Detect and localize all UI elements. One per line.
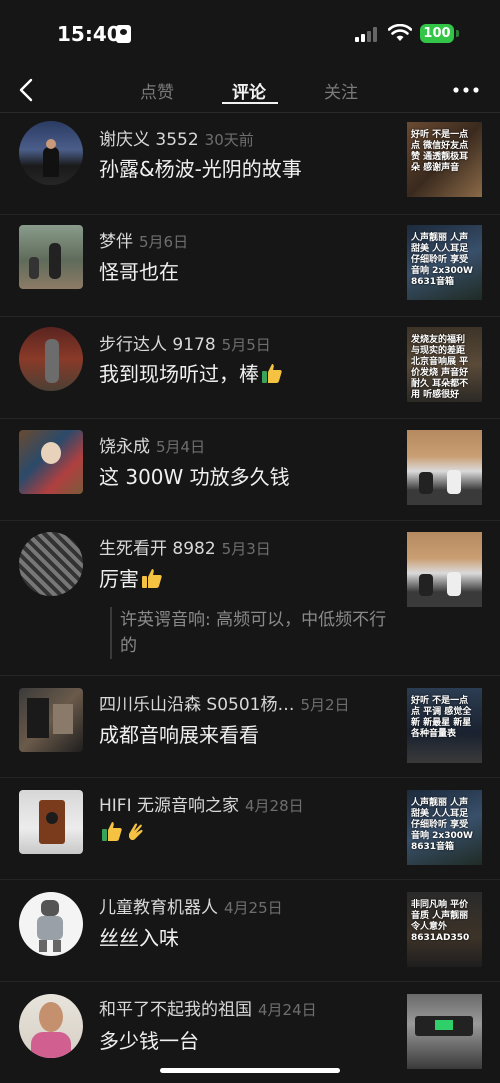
comment-time: 5月6日 — [139, 233, 189, 251]
clap-icon — [129, 823, 143, 841]
status-bar: 15:40 100 — [0, 0, 500, 68]
comment-list: 谢庆义 3552 30天前 孙露&杨波-光阴的故事 好听 不是一点点 微信好友点赞… — [0, 113, 500, 1083]
comment-author[interactable]: 饶永成 — [99, 437, 150, 457]
tab-follows[interactable]: 关注 — [324, 78, 358, 103]
list-item[interactable]: 儿童教育机器人 4月25日 丝丝入味 非同凡响 平价音质 人声靓丽 令人意外 86… — [0, 880, 500, 982]
signal-icon — [355, 26, 381, 42]
video-thumbnail[interactable]: 人声靓丽 人声甜美 人人耳足 仔细聆听 享受音响 2x300W 8631音箱 — [407, 790, 482, 865]
video-thumbnail[interactable]: 非同凡响 平价音质 人声靓丽 令人意外 8631AD350 — [407, 892, 482, 967]
wifi-icon — [388, 24, 412, 41]
thumbs-up-icon — [102, 822, 122, 841]
comment-text-label: 我到现场听过，棒 — [99, 362, 259, 386]
comment-author[interactable]: 儿童教育机器人 — [99, 898, 218, 918]
comment-text: 丝丝入味 — [99, 926, 179, 950]
avatar[interactable] — [19, 994, 83, 1058]
author-reply[interactable]: 许英谔音响: 高频可以，中低频不行的 — [110, 607, 390, 659]
id-card-icon — [116, 25, 131, 43]
comment-text: 我到现场听过，棒 — [99, 358, 283, 387]
comment-time: 5月5日 — [221, 336, 271, 354]
comment-text: 成都音响展来看看 — [99, 723, 259, 747]
comment-time: 5月4日 — [156, 438, 206, 456]
comment-time: 30天前 — [204, 131, 254, 149]
comment-text: 厉害 — [99, 563, 163, 592]
list-item[interactable]: 四川乐山沿森 S0501杨… 5月2日 成都音响展来看看 好听 不是一点点 平调 … — [0, 676, 500, 778]
comment-time: 4月28日 — [245, 797, 304, 815]
avatar[interactable] — [19, 892, 83, 956]
thumbnail-caption: 非同凡响 平价音质 人声靓丽 令人意外 8631AD350 — [411, 900, 470, 943]
thumbnail-caption: 发烧友的福利 与现实的差距 北京音响展 平价发烧 声音好耐久 耳朵都不用 听感很… — [411, 335, 469, 400]
video-thumbnail[interactable] — [407, 994, 482, 1069]
back-icon[interactable] — [14, 76, 42, 104]
list-item[interactable]: 梦伴 5月6日 怪哥也在 人声靓丽 人声甜美 人人耳足 仔细聆听 享受音响 2x3… — [0, 215, 500, 317]
comment-text: 怪哥也在 — [99, 260, 179, 284]
comment-author[interactable]: 生死看开 8982 — [99, 539, 216, 559]
avatar[interactable] — [19, 532, 83, 596]
list-item[interactable]: 生死看开 8982 5月3日 厉害 许英谔音响: 高频可以，中低频不行的 — [0, 521, 500, 676]
video-thumbnail[interactable]: 人声靓丽 人声甜美 人人耳足 仔细聆听 享受音响 2x300W 8631音箱 — [407, 225, 482, 300]
thumbs-up-icon — [142, 569, 162, 588]
comment-author[interactable]: 和平了不起我的祖国 — [99, 1000, 252, 1020]
battery-icon: 100 — [420, 24, 454, 43]
video-thumbnail[interactable]: 好听 不是一点点 平调 感觉全新 新最星 新星 各种音量表 — [407, 688, 482, 763]
comment-author[interactable]: 梦伴 — [99, 232, 133, 252]
comment-time: 5月3日 — [221, 540, 271, 558]
list-item[interactable]: HIFI 无源音响之家 4月28日 人声靓丽 人声甜美 人人耳足 仔细聆听 享受音… — [0, 778, 500, 880]
thumbnail-caption: 人声靓丽 人声甜美 人人耳足 仔细聆听 享受音响 2x300W 8631音箱 — [411, 233, 473, 287]
avatar[interactable] — [19, 327, 83, 391]
status-time: 15:40 — [57, 22, 121, 46]
tab-comments[interactable]: 评论 — [232, 78, 266, 103]
video-thumbnail[interactable] — [407, 532, 482, 607]
video-thumbnail[interactable]: 发烧友的福利 与现实的差距 北京音响展 平价发烧 声音好耐久 耳朵都不用 听感很… — [407, 327, 482, 402]
comment-text: 孙露&杨波-光阴的故事 — [99, 157, 302, 181]
comment-author[interactable]: HIFI 无源音响之家 — [99, 796, 239, 816]
avatar[interactable] — [19, 430, 83, 494]
tab-active-indicator — [222, 102, 278, 104]
battery-cap — [456, 30, 459, 37]
comment-text: 这 300W 功放多久钱 — [99, 465, 290, 489]
thumbnail-caption: 好听 不是一点点 微信好友点赞 通透靓极耳朵 感谢声音 — [411, 130, 469, 173]
list-item[interactable]: 饶永成 5月4日 这 300W 功放多久钱 — [0, 419, 500, 521]
comment-author[interactable]: 四川乐山沿森 S0501杨… — [99, 695, 294, 715]
tab-likes[interactable]: 点赞 — [140, 78, 174, 103]
video-thumbnail[interactable]: 好听 不是一点点 微信好友点赞 通透靓极耳朵 感谢声音 — [407, 122, 482, 197]
comment-text-label: 厉害 — [99, 567, 139, 591]
thumbnail-caption: 人声靓丽 人声甜美 人人耳足 仔细聆听 享受音响 2x300W 8631音箱 — [411, 798, 473, 852]
comment-author[interactable]: 谢庆义 3552 — [99, 130, 199, 150]
comment-author[interactable]: 步行达人 9178 — [99, 335, 216, 355]
avatar[interactable] — [19, 688, 83, 752]
avatar[interactable] — [19, 225, 83, 289]
list-item[interactable]: 步行达人 9178 5月5日 我到现场听过，棒 发烧友的福利 与现实的差距 北京音… — [0, 317, 500, 419]
list-item[interactable]: 谢庆义 3552 30天前 孙露&杨波-光阴的故事 好听 不是一点点 微信好友点赞… — [0, 113, 500, 215]
comment-time: 5月2日 — [300, 696, 350, 714]
comment-time: 4月24日 — [258, 1001, 317, 1019]
top-nav: 点赞 评论 关注 — [0, 68, 500, 113]
more-icon[interactable] — [452, 80, 480, 100]
comment-text — [99, 820, 147, 844]
video-thumbnail[interactable] — [407, 430, 482, 505]
avatar[interactable] — [19, 121, 83, 185]
avatar[interactable] — [19, 790, 83, 854]
home-indicator[interactable] — [160, 1068, 340, 1073]
thumbs-up-icon — [262, 364, 282, 383]
comment-time: 4月25日 — [224, 899, 283, 917]
comment-text: 多少钱一台 — [99, 1029, 199, 1053]
thumbnail-caption: 好听 不是一点点 平调 感觉全新 新最星 新星 各种音量表 — [411, 696, 472, 739]
